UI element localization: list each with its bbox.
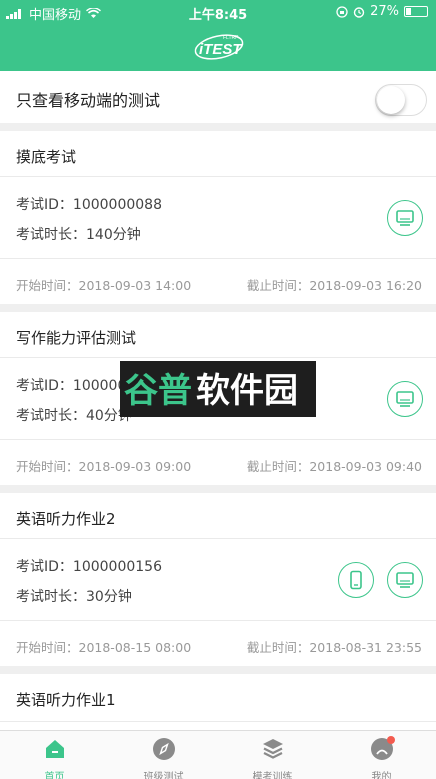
app-header: 中国移动 上午8:45 27% iTEST FLTRP [0, 0, 436, 71]
start-time: 开始时间：2018-09-03 14:00 [16, 278, 192, 293]
desktop-icon [396, 391, 414, 407]
divider [0, 538, 436, 539]
mobile-icon [350, 570, 362, 590]
alarm-icon [353, 6, 365, 18]
divider [0, 439, 436, 440]
desktop-exam-button[interactable] [387, 562, 423, 598]
logo-small-text: FLTRP [223, 35, 239, 41]
exam-card[interactable]: 英语听力作业2 考试ID：1000000156 考试时长：30分钟 开始时间：2… [0, 493, 436, 666]
end-time: 截止时间：2018-09-03 09:40 [246, 459, 422, 474]
watermark-logo: 谷普 软件园 [120, 361, 316, 417]
divider [0, 176, 436, 177]
battery-fill [406, 8, 411, 15]
exam-duration: 考试时长：30分钟 [16, 589, 132, 605]
exam-title: 英语听力作业2 [16, 510, 116, 528]
battery-percent: 27% [370, 4, 399, 19]
end-time: 截止时间：2018-08-31 23:55 [246, 640, 422, 655]
exam-id: 考试ID：1000000156 [16, 559, 162, 575]
tab-label: 班级测试 [143, 772, 184, 779]
exam-card[interactable]: 摸底考试 考试ID：1000000088 考试时长：140分钟 开始时间：201… [0, 131, 436, 304]
exam-title: 英语听力作业1 [16, 691, 116, 709]
status-bar: 中国移动 上午8:45 27% [0, 0, 436, 24]
exam-id: 考试ID：1000000088 [16, 197, 162, 213]
tab-label: 首页 [44, 772, 65, 779]
mobile-exam-button[interactable] [338, 562, 374, 598]
mobile-filter-row: 只查看移动端的测试 [0, 71, 436, 123]
desktop-exam-button[interactable] [387, 381, 423, 417]
tab-mock-exam[interactable]: 模考训练 [218, 731, 327, 779]
start-time: 开始时间：2018-09-03 09:00 [16, 459, 192, 474]
exam-id: 考试ID：1000000 [16, 378, 136, 394]
desktop-exam-button[interactable] [387, 200, 423, 236]
start-time: 开始时间：2018-08-15 08:00 [16, 640, 192, 655]
divider [0, 357, 436, 358]
exam-title: 摸底考试 [16, 148, 77, 166]
itest-logo: iTEST FLTRP [193, 30, 245, 62]
switch-knob [377, 86, 405, 114]
watermark-text-main: 软件园 [196, 371, 298, 411]
tab-label: 我的 [371, 772, 392, 779]
exam-card[interactable]: 英语听力作业1 [0, 674, 436, 730]
notification-badge [387, 736, 395, 744]
mobile-filter-label: 只查看移动端的测试 [16, 91, 161, 110]
layers-icon [263, 739, 283, 759]
battery-icon [404, 6, 428, 17]
exam-duration: 考试时长：140分钟 [16, 227, 141, 243]
divider [0, 721, 436, 722]
logo-text: iTEST [199, 41, 243, 58]
tab-label: 模考训练 [252, 772, 293, 779]
tab-class-test[interactable]: 班级测试 [109, 731, 218, 779]
bottom-tab-bar: 首页 班级测试 模考训练 我的 [0, 730, 436, 779]
tab-home[interactable]: 首页 [0, 731, 109, 779]
divider [0, 620, 436, 621]
mobile-filter-switch[interactable] [375, 84, 427, 116]
desktop-icon [396, 572, 414, 588]
tab-profile[interactable]: 我的 [327, 731, 436, 779]
desktop-icon [396, 210, 414, 226]
divider [0, 258, 436, 259]
exam-duration: 考试时长：40分钟 [16, 408, 132, 424]
home-icon [46, 740, 64, 758]
lock-rotation-icon [336, 5, 348, 18]
compass-icon [153, 738, 175, 760]
status-right: 27% [336, 4, 428, 19]
watermark-text-accent: 谷普 [124, 371, 192, 411]
end-time: 截止时间：2018-09-03 16:20 [246, 278, 422, 293]
exam-title: 写作能力评估测试 [16, 329, 137, 347]
